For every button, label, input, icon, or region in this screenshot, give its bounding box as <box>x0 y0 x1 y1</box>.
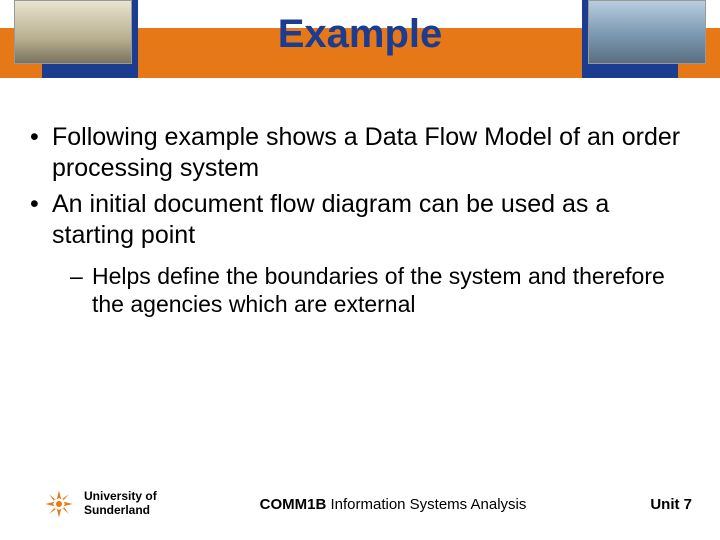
university-logo-icon <box>44 489 74 519</box>
course-name: Information Systems Analysis <box>326 496 526 513</box>
bullet-text: An initial document flow diagram can be … <box>52 190 609 249</box>
course-label: COMM1B Information Systems Analysis <box>174 496 612 513</box>
university-line2: Sunderland <box>84 504 174 518</box>
sub-bullet-list: Helps define the boundaries of the syste… <box>70 262 692 318</box>
sub-bullet-item: Helps define the boundaries of the syste… <box>70 262 692 318</box>
slide-header: Example <box>0 0 720 78</box>
unit-label: Unit 7 <box>612 496 692 513</box>
bullet-list: Following example shows a Data Flow Mode… <box>28 122 692 318</box>
slide-title: Example <box>0 12 720 57</box>
slide-content: Following example shows a Data Flow Mode… <box>0 78 720 318</box>
course-code: COMM1B <box>260 496 327 513</box>
university-name: University of Sunderland <box>84 490 174 518</box>
bullet-item: Following example shows a Data Flow Mode… <box>28 122 692 183</box>
bullet-item: An initial document flow diagram can be … <box>28 189 692 318</box>
university-line1: University of <box>84 490 174 504</box>
slide-footer: University of Sunderland COMM1B Informat… <box>0 482 720 526</box>
